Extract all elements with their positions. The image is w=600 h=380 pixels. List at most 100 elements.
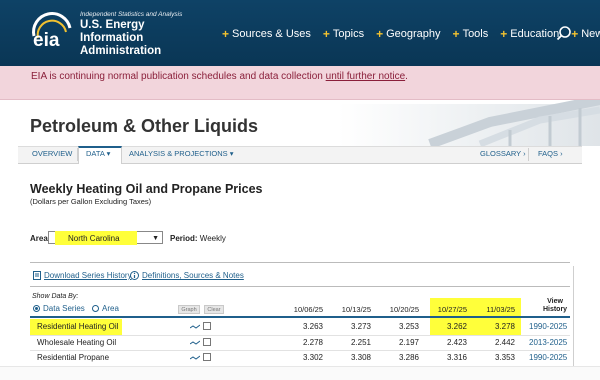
row-checkbox[interactable] [203,322,211,330]
table-subtitle: (Dollars per Gallon Excluding Taxes) [30,197,152,206]
definitions-link[interactable]: Definitions, Sources & Notes [130,271,244,280]
notice-banner: EIA is continuing normal publication sch… [0,66,600,100]
chevron-right-icon: › [523,149,526,158]
table-cell: 3.308 [350,353,371,362]
table-header-rule [30,316,570,318]
tab-faqs-label: FAQS [538,149,559,158]
nav-tools[interactable]: + Tools [453,27,489,41]
tab-glossary[interactable]: GLOSSARY › [480,149,526,158]
plus-icon: + [452,27,460,41]
table-cell: 3.286 [398,353,419,362]
radio-area[interactable]: Area [92,304,119,313]
row-label-wholesale-heating-oil[interactable]: Wholesale Heating Oil [37,338,116,347]
plus-icon: + [500,27,508,41]
row-checkbox[interactable] [203,338,211,346]
plus-icon: + [571,27,579,41]
period-value: Weekly [199,234,226,243]
tab-faqs[interactable]: FAQS › [538,149,563,158]
table-cell: 3.263 [302,322,323,331]
clear-button[interactable]: Clear [204,305,224,314]
row-history-link[interactable]: 1990-2025 [529,353,567,362]
view-history-line2: History [542,306,568,313]
section-divider [30,262,570,263]
notice-end: . [405,71,408,82]
column-header: 11/03/25 [486,305,515,314]
sparkline-icon[interactable] [190,355,200,361]
row-label-residential-heating-oil[interactable]: Residential Heating Oil [37,322,118,331]
table-cell: 3.302 [302,353,323,362]
org-name-line2: Administration [80,45,162,57]
area-select-value: North Carolina [68,234,120,243]
page-title: Petroleum & Other Liquids [30,116,259,136]
nav-news[interactable]: +News [571,27,600,41]
nav-label: Topics [332,28,365,40]
table-cell: 2.442 [494,338,515,347]
radio-data-series-label: Data Series [43,304,85,313]
table-edge [573,266,574,380]
search-icon[interactable] [556,25,572,41]
org-name-line1: U.S. Energy Information [80,19,145,44]
notice-link[interactable]: until further notice [326,71,406,82]
logo-text: eia [33,30,60,51]
plus-icon: + [222,27,230,41]
table-cell: 3.316 [446,353,467,362]
table-cell: 2.278 [302,338,323,347]
main-nav: + Sources & Uses + Topics + Geography + Tool… [222,27,600,41]
table-cell: 3.253 [398,322,419,331]
tab-separator [528,148,529,161]
info-icon [130,271,139,280]
row-divider [30,335,570,336]
chevron-right-icon: › [560,149,563,158]
column-header: 10/20/25 [389,305,419,314]
chevron-down-icon: ▾ [229,149,234,158]
radio-selected-icon [33,305,40,312]
row-history-link[interactable]: 2013-2025 [529,338,567,347]
column-header: 10/13/25 [341,305,371,314]
tab-glossary-label: GLOSSARY [480,149,521,158]
table-cell: 3.273 [350,322,371,331]
period-label: Period: [170,234,198,243]
nav-label: Tools [462,28,489,40]
tab-data[interactable]: DATA ▾ [86,149,110,158]
area-select[interactable]: North Carolina ▼ [48,231,163,245]
nav-geography[interactable]: + Geography [376,27,440,41]
sparkline-icon[interactable] [190,324,200,330]
section-divider [30,286,570,287]
download-link-label: Download Series History [44,271,132,280]
definitions-link-label: Definitions, Sources & Notes [142,271,244,280]
nav-label: Sources & Uses [232,28,311,40]
radio-data-series[interactable]: Data Series [33,304,85,313]
sparkline-icon[interactable] [190,340,200,346]
tab-overview[interactable]: OVERVIEW [32,149,72,158]
table-cell: 2.251 [350,338,371,347]
notice-text: EIA is continuing normal publication sch… [31,71,408,82]
download-icon [33,271,41,280]
column-header: 10/27/25 [437,305,467,314]
tab-analysis[interactable]: ANALYSIS & PROJECTIONS ▾ [129,149,234,158]
plus-icon: + [376,27,384,41]
eia-logo[interactable]: eia [30,10,74,54]
tab-separator [77,148,78,161]
row-history-link[interactable]: 1990-2025 [529,322,567,331]
table-cell: 3.278 [494,322,515,331]
download-series-link[interactable]: Download Series History [33,271,132,280]
table-title: Weekly Heating Oil and Propane Prices [30,182,263,196]
view-history-line1: View [547,298,563,305]
radio-area-label: Area [102,304,119,313]
table-cell: 2.197 [398,338,419,347]
nav-topics[interactable]: + Topics [323,27,364,41]
row-label-residential-propane[interactable]: Residential Propane [37,353,109,362]
table-cell: 2.423 [446,338,467,347]
row-checkbox[interactable] [203,353,211,361]
plus-icon: + [322,27,330,41]
tab-data-label: DATA [86,149,105,158]
tab-analysis-label: ANALYSIS & PROJECTIONS [129,149,228,158]
column-header: 10/06/25 [293,305,323,314]
nav-education[interactable]: + Education [500,27,559,41]
chevron-down-icon: ▾ [106,149,111,158]
nav-sources-uses[interactable]: + Sources & Uses [222,27,311,41]
org-tagline: Independent Statistics and Analysis [80,11,183,18]
graph-button[interactable]: Graph [178,305,200,314]
table-cell: 3.262 [446,322,467,331]
org-name[interactable]: U.S. Energy Information Administration [80,19,210,58]
